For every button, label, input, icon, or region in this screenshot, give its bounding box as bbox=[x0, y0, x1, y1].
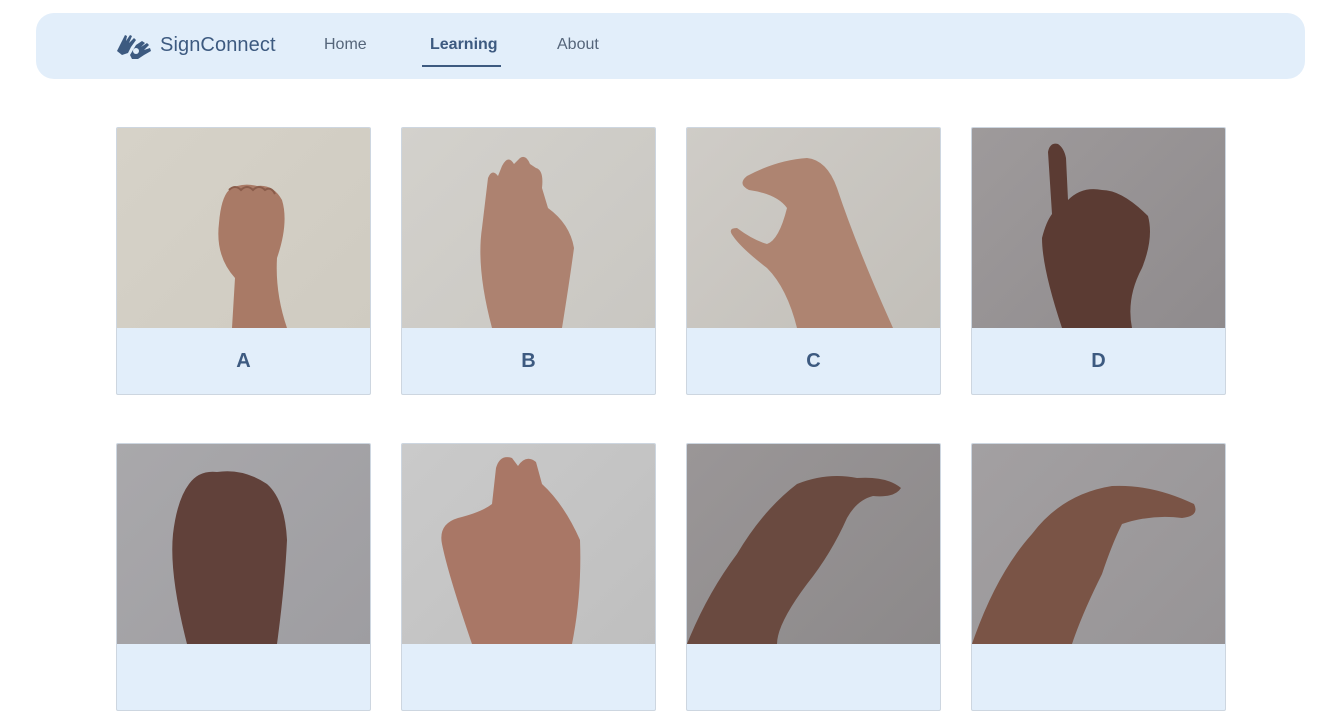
hand-sign-c-image bbox=[730, 158, 893, 328]
brand-link[interactable]: SignConnect bbox=[114, 29, 276, 61]
sign-language-hands-icon bbox=[117, 35, 151, 59]
sign-card-h[interactable] bbox=[971, 443, 1226, 711]
hand-sign-a-image bbox=[218, 184, 287, 328]
sign-card-a[interactable]: A bbox=[116, 127, 371, 395]
sign-card-d[interactable]: D bbox=[971, 127, 1226, 395]
sign-letter-label: C bbox=[806, 349, 821, 372]
hand-sign-b-image bbox=[480, 156, 574, 328]
sign-card-f[interactable] bbox=[401, 443, 656, 711]
sign-photo-c bbox=[687, 128, 940, 328]
active-tab-underline bbox=[422, 65, 501, 67]
sign-card-b[interactable]: B bbox=[401, 127, 656, 395]
sign-letter-label bbox=[972, 644, 1225, 710]
sign-card-g[interactable] bbox=[686, 443, 941, 711]
sign-photo-a bbox=[117, 128, 370, 328]
hand-sign-d-image bbox=[1042, 143, 1150, 328]
top-navbar: SignConnect Home Learning About bbox=[36, 13, 1305, 79]
sign-photo-e bbox=[117, 444, 370, 644]
sign-letter-label: A bbox=[236, 349, 251, 372]
sign-photo-b bbox=[402, 128, 655, 328]
sign-photo-g bbox=[687, 444, 940, 644]
hand-sign-f-image bbox=[441, 457, 581, 644]
sign-letter-label bbox=[687, 644, 940, 710]
sign-letter-label: D bbox=[1091, 349, 1106, 372]
nav-link-about[interactable]: About bbox=[557, 36, 599, 54]
sign-card-e[interactable] bbox=[116, 443, 371, 711]
hand-sign-e-image bbox=[172, 471, 287, 644]
nav-link-home[interactable]: Home bbox=[324, 36, 367, 54]
sign-letter-label: B bbox=[521, 349, 536, 372]
hand-sign-h-image bbox=[972, 485, 1196, 644]
sign-photo-h bbox=[972, 444, 1225, 644]
sign-card-c[interactable]: C bbox=[686, 127, 941, 395]
sign-letter-label bbox=[117, 644, 370, 710]
hand-sign-g-image bbox=[687, 476, 901, 644]
sign-photo-f bbox=[402, 444, 655, 644]
brand-name: SignConnect bbox=[160, 33, 276, 56]
sign-letter-label bbox=[402, 644, 655, 710]
nav-link-learning[interactable]: Learning bbox=[430, 36, 498, 54]
sign-photo-d bbox=[972, 128, 1225, 328]
